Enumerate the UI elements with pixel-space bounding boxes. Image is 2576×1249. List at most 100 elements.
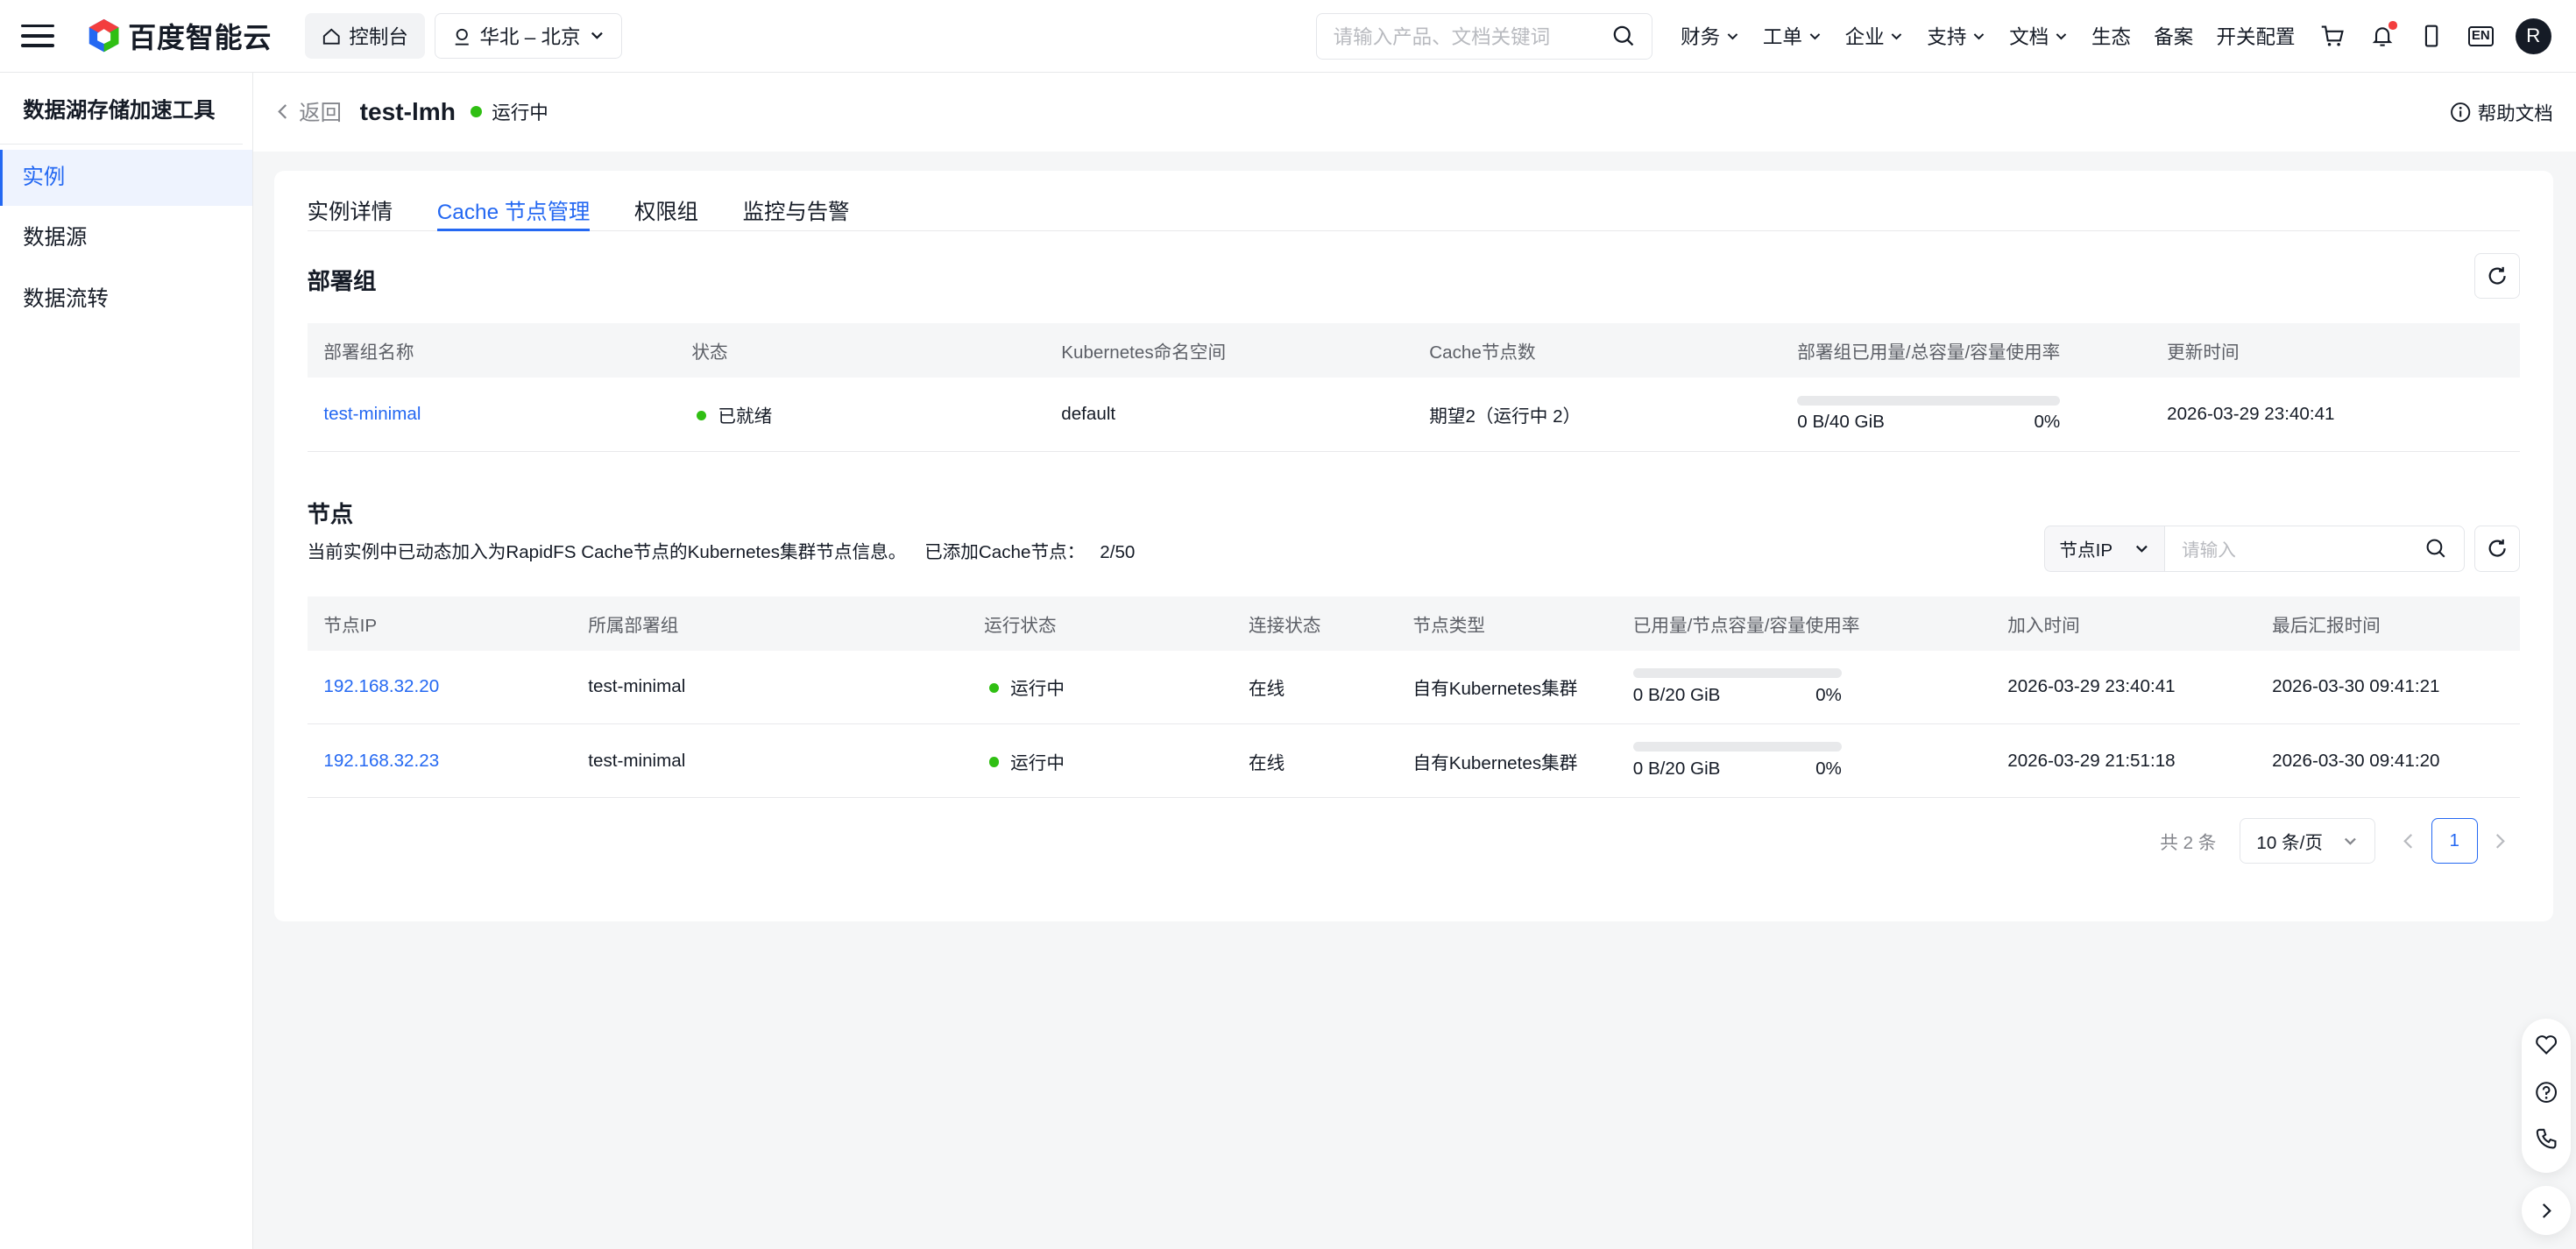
usage-rate: 0%	[2034, 412, 2061, 433]
nav-label: 生态	[2091, 26, 2131, 49]
tab-instance-detail[interactable]: 实例详情	[308, 171, 393, 231]
column-header: 部署组名称	[323, 342, 414, 363]
usage-progress-bar	[1797, 395, 2061, 406]
next-page-button[interactable]	[2480, 818, 2520, 864]
column-header: 状态	[691, 342, 728, 363]
page-size-select[interactable]: 10 条/页	[2239, 817, 2376, 864]
deploy-group-title: 部署组	[307, 268, 377, 294]
language-icon[interactable]: EN	[2465, 20, 2498, 53]
added-nodes-value: 2/50	[1100, 542, 1136, 563]
filter-field-select[interactable]: 节点IP	[2043, 526, 2166, 572]
nav-finance[interactable]: 财务	[1681, 22, 1740, 50]
column-header: 更新时间	[2167, 342, 2240, 363]
pagination: 共 2 条 10 条/页 1	[2160, 817, 2520, 864]
page-size-label: 10 条/页	[2256, 833, 2323, 853]
table-row: 192.168.32.23 test-minimal 运行中 在线 自有Kube…	[307, 724, 2521, 799]
nodes-refresh-button[interactable]	[2473, 526, 2521, 572]
console-button[interactable]: 控制台	[304, 12, 425, 59]
chevron-down-icon	[1809, 33, 1820, 40]
usage-cell: 0 B/20 GiB 0%	[1617, 742, 1992, 780]
usage-progress-bar	[1632, 667, 1842, 679]
chevron-left-icon	[2403, 833, 2413, 849]
nav-ecosystem[interactable]: 生态	[2091, 22, 2131, 50]
sidebar-item-datasource[interactable]: 数据源	[0, 210, 252, 266]
search-icon[interactable]	[2425, 538, 2446, 559]
notification-dot	[2388, 21, 2397, 30]
back-button[interactable]: 返回	[276, 96, 342, 127]
usage-rate: 0%	[1815, 684, 1842, 705]
sidebar-item-dataflow[interactable]: 数据流转	[0, 272, 252, 328]
nodes-title: 节点	[307, 501, 354, 528]
nav-support[interactable]: 支持	[1927, 22, 1986, 50]
sidebar-item-instance[interactable]: 实例	[0, 150, 252, 206]
mobile-icon[interactable]	[2415, 20, 2448, 53]
chevron-down-icon	[1973, 33, 1985, 40]
nav-ticket[interactable]: 工单	[1763, 22, 1822, 50]
deploy-group-status: 已就绪	[676, 401, 1045, 427]
deploy-group-refresh-button[interactable]	[2473, 252, 2521, 300]
column-header: 节点IP	[323, 615, 378, 636]
nav-enterprise[interactable]: 企业	[1845, 22, 1905, 50]
tab-cache-node-management[interactable]: Cache 节点管理	[436, 171, 591, 232]
region-selector[interactable]: 华北 – 北京	[434, 12, 623, 59]
status-dot	[988, 757, 999, 767]
column-header: Cache节点数	[1429, 342, 1536, 363]
region-label: 华北 – 北京	[479, 25, 581, 48]
brand-logo[interactable]: 百度智能云	[86, 16, 272, 56]
nav-docs[interactable]: 文档	[2009, 22, 2069, 50]
node-type-cell: 自有Kubernetes集群	[1412, 679, 1578, 700]
language-label: EN	[2467, 25, 2494, 46]
tab-monitoring-alerts[interactable]: 监控与告警	[743, 171, 850, 231]
prev-page-button[interactable]	[2388, 818, 2428, 864]
reported-time-cell: 2026-03-30 09:41:20	[2272, 750, 2440, 771]
joined-time-cell: 2026-03-29 23:40:41	[2007, 676, 2176, 697]
node-ip-link[interactable]: 192.168.32.20	[308, 676, 572, 697]
menu-icon[interactable]	[21, 24, 54, 47]
chevron-down-icon	[2344, 837, 2356, 845]
node-type-cell: 自有Kubernetes集群	[1412, 752, 1578, 773]
help-docs-link[interactable]: 帮助文档	[2450, 99, 2553, 126]
global-search-input[interactable]: 请输入产品、文档关键词	[1315, 13, 1653, 60]
bell-icon[interactable]	[2366, 20, 2399, 53]
deploy-group-name-link[interactable]: test-minimal	[308, 404, 676, 425]
column-header: 连接状态	[1249, 615, 1321, 636]
usage-cell: 0 B/20 GiB 0%	[1617, 667, 1992, 706]
node-ip-link[interactable]: 192.168.32.23	[308, 751, 572, 772]
nav-label: 开关配置	[2216, 26, 2296, 49]
heart-feedback-icon[interactable]	[2535, 1034, 2558, 1063]
node-run-status: 运行中	[967, 674, 1232, 700]
search-placeholder: 请输入产品、文档关键词	[1333, 26, 1551, 49]
table-row: test-minimal 已就绪 default 期望2（运行中 2） 0 B/…	[307, 378, 2521, 452]
node-conn-status: 在线	[1249, 679, 1285, 700]
chevron-right-icon	[2496, 833, 2506, 849]
cart-icon[interactable]	[2317, 20, 2350, 53]
search-icon[interactable]	[1612, 25, 1635, 47]
avatar[interactable]: R	[2515, 18, 2551, 54]
table-header: 节点IP 所属部署组 运行状态 连接状态 节点类型 已用量/节点容量/容量使用率…	[307, 596, 2521, 651]
usage-progress-bar	[1632, 742, 1842, 752]
status-text: 已就绪	[718, 406, 773, 427]
tab-permission-group[interactable]: 权限组	[634, 171, 698, 231]
sidebar-title: 数据湖存储加速工具	[0, 73, 243, 145]
table-row: 192.168.32.20 test-minimal 运行中 在线 自有Kube…	[307, 651, 2521, 724]
status-text: 运行中	[1010, 752, 1065, 773]
phone-icon[interactable]	[2535, 1127, 2558, 1157]
top-nav-icons: EN R	[2317, 0, 2551, 73]
status-text: 运行中	[1010, 679, 1065, 700]
node-ip-search-input[interactable]: 请输入	[2165, 526, 2465, 572]
nav-switch-config[interactable]: 开关配置	[2216, 22, 2295, 50]
nav-label: 备案	[2154, 26, 2194, 49]
node-group-cell: test-minimal	[588, 750, 686, 771]
nav-icp[interactable]: 备案	[2154, 22, 2193, 50]
help-question-icon[interactable]	[2535, 1081, 2558, 1111]
sidebar: 数据湖存储加速工具 实例 数据源 数据流转	[0, 72, 253, 1249]
collapse-toolbar-button[interactable]	[2522, 1185, 2572, 1235]
location-icon	[455, 28, 469, 46]
deploy-group-table: 部署组名称 状态 Kubernetes命名空间 Cache节点数 部署组已用量/…	[307, 323, 2521, 452]
node-run-status: 运行中	[967, 748, 1232, 774]
chevron-down-icon	[591, 32, 603, 40]
namespace-cell: default	[1061, 403, 1116, 424]
info-icon	[2450, 102, 2470, 123]
page-number-current[interactable]: 1	[2431, 817, 2478, 864]
usage-rate: 0%	[1815, 758, 1842, 779]
